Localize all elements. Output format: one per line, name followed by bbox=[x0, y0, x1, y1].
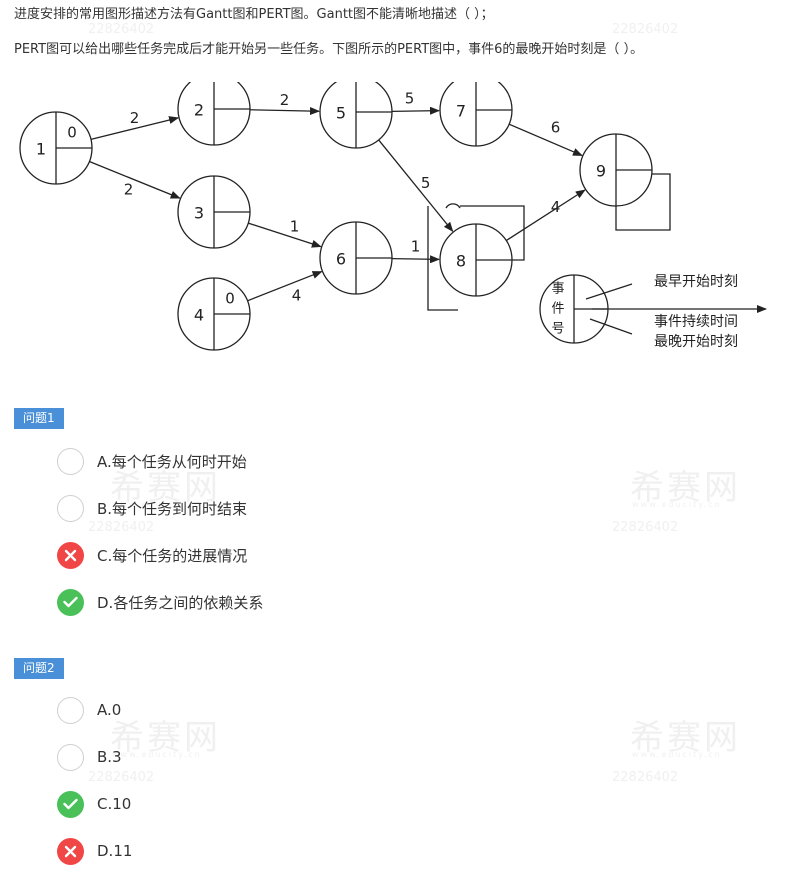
pert-legend: 事件号 最早开始时刻事件持续时间最晚开始时刻 bbox=[539, 274, 767, 350]
legend-earliest-start: 最早开始时刻 bbox=[654, 274, 738, 290]
node-4: 40 bbox=[177, 277, 251, 351]
watermark-number: 22826402 bbox=[612, 520, 679, 535]
edge-8-9 bbox=[505, 189, 586, 242]
edge-6-8 bbox=[391, 255, 441, 264]
pert-diagram: 102340567892221455164 事件号最早开始时刻事件持续时间最晚开… bbox=[19, 82, 767, 351]
q1-option-d[interactable]: D.各任务之间的依赖关系 bbox=[57, 588, 263, 616]
edge-weight-1-3: 2 bbox=[124, 180, 134, 198]
q1-option-b[interactable]: B.每个任务到何时结束 bbox=[57, 494, 247, 522]
q2-option-d[interactable]: D.11 bbox=[57, 837, 132, 865]
correct-check-icon[interactable] bbox=[57, 790, 84, 818]
legend-event-label: 件 bbox=[551, 302, 564, 317]
legend-duration: 事件持续时间 bbox=[654, 313, 738, 330]
node-id: 7 bbox=[456, 102, 466, 121]
node-9: 9 bbox=[579, 133, 653, 207]
option-label: D.各任务之间的依赖关系 bbox=[97, 593, 264, 612]
radio-empty-icon[interactable] bbox=[57, 696, 84, 724]
option-label: B.每个任务到何时结束 bbox=[97, 499, 248, 518]
edge-1-3 bbox=[89, 160, 181, 199]
edge-weight-2-5: 2 bbox=[280, 91, 290, 109]
watermark-number: 22826402 bbox=[612, 770, 679, 785]
node-8: 8 bbox=[439, 223, 513, 297]
node-id: 3 bbox=[194, 204, 204, 223]
edge-5-8 bbox=[378, 139, 454, 233]
option-label: D.11 bbox=[97, 842, 133, 860]
watermark-logo: 希赛网 bbox=[630, 468, 741, 508]
node-id: 4 bbox=[194, 306, 204, 325]
radio-empty-icon[interactable] bbox=[57, 447, 84, 475]
node-id: 2 bbox=[194, 101, 204, 120]
edge-weight-4-6: 4 bbox=[292, 287, 302, 305]
wrong-cross-icon[interactable] bbox=[57, 837, 84, 865]
edge-weight-7-9: 6 bbox=[551, 118, 561, 136]
node-1: 10 bbox=[19, 111, 93, 185]
edge-weight-8-9: 4 bbox=[551, 198, 561, 216]
legend-event-label: 事 bbox=[551, 282, 564, 297]
watermark-logo: 希赛网 bbox=[630, 718, 741, 758]
node-6: 6 bbox=[319, 221, 393, 295]
watermark-number: 22826402 bbox=[612, 22, 679, 37]
watermark-logo: 希赛网 bbox=[110, 718, 221, 758]
edge-3-6 bbox=[248, 222, 322, 248]
legend-event-label: 号 bbox=[551, 322, 564, 337]
wrong-cross-icon[interactable] bbox=[57, 541, 84, 569]
edge-5-7 bbox=[391, 106, 441, 115]
watermark-number: 22826402 bbox=[88, 520, 155, 535]
node-id: 1 bbox=[36, 140, 46, 159]
node-id: 5 bbox=[336, 104, 346, 123]
edge-7-9 bbox=[508, 123, 583, 157]
watermark-number: 22826402 bbox=[88, 770, 155, 785]
node-5: 5 bbox=[319, 82, 393, 149]
edge-2-5 bbox=[249, 107, 321, 116]
option-label: C.10 bbox=[97, 795, 132, 813]
question-text-line-2: PERT图可以给出哪些任务完成后才能开始另一些任务。下图所示的PERT图中，事件… bbox=[14, 42, 644, 57]
node-id: 9 bbox=[596, 162, 606, 181]
edge-weight-5-7: 5 bbox=[405, 90, 415, 108]
radio-empty-icon[interactable] bbox=[57, 494, 84, 522]
edge-weight-6-8: 1 bbox=[411, 237, 421, 255]
q2-option-b[interactable]: B.3 bbox=[57, 743, 122, 771]
question-1-badge: 问题1 bbox=[14, 408, 64, 429]
option-label: C.每个任务的进展情况 bbox=[97, 546, 248, 565]
question-2-badge: 问题2 bbox=[14, 658, 64, 679]
option-label: A.0 bbox=[97, 701, 122, 719]
node-2: 2 bbox=[177, 82, 251, 146]
node-id: 6 bbox=[336, 250, 346, 269]
radio-empty-icon[interactable] bbox=[57, 743, 84, 771]
node-8-loop-arc bbox=[445, 203, 461, 209]
option-label: A.每个任务从何时开始 bbox=[97, 452, 247, 471]
watermark-number: 22826402 bbox=[88, 22, 155, 37]
node-3: 3 bbox=[177, 175, 251, 249]
question-text-line-1: 进度安排的常用图形描述方法有Gantt图和PERT图。Gantt图不能清晰地描述… bbox=[14, 7, 494, 22]
q2-option-a[interactable]: A.0 bbox=[57, 696, 121, 724]
watermark-url: www.educity.cn bbox=[632, 500, 722, 509]
q2-option-c[interactable]: C.10 bbox=[57, 790, 131, 818]
option-label: B.3 bbox=[97, 748, 122, 766]
node-id: 8 bbox=[456, 252, 466, 271]
node-earliest-start: 0 bbox=[225, 290, 235, 308]
legend-latest-start: 最晚开始时刻 bbox=[654, 334, 738, 350]
watermark-url: www.educity.cn bbox=[632, 750, 722, 759]
q1-option-a[interactable]: A.每个任务从何时开始 bbox=[57, 447, 247, 475]
q1-option-c[interactable]: C.每个任务的进展情况 bbox=[57, 541, 247, 569]
edge-weight-3-6: 1 bbox=[290, 217, 300, 235]
correct-check-icon[interactable] bbox=[57, 588, 84, 616]
edge-weight-1-2: 2 bbox=[130, 109, 140, 127]
edge-weight-5-8: 5 bbox=[421, 174, 431, 192]
node-7: 7 bbox=[439, 82, 513, 147]
edge-4-6 bbox=[247, 270, 323, 302]
node-earliest-start: 0 bbox=[67, 124, 77, 142]
watermark-url: www.educity.cn bbox=[112, 750, 202, 759]
